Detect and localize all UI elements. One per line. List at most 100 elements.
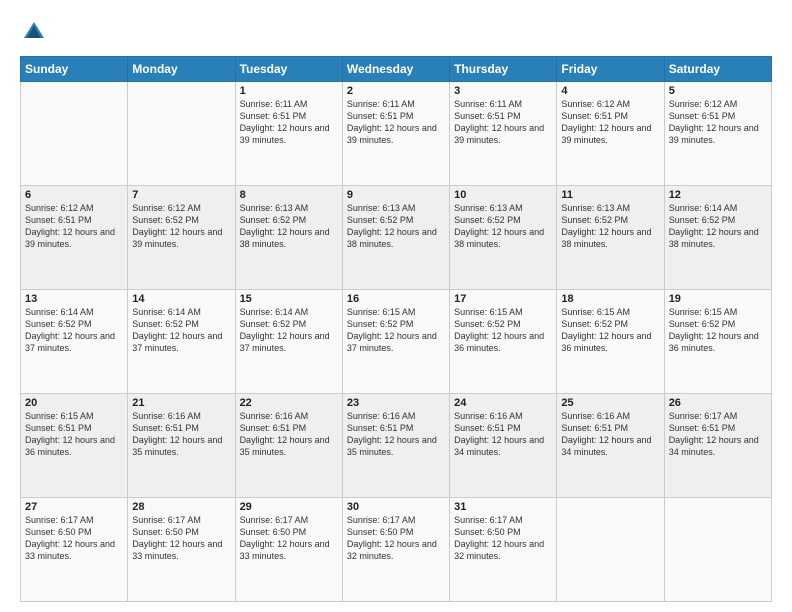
calendar-table: SundayMondayTuesdayWednesdayThursdayFrid…	[20, 56, 772, 602]
day-cell: 23Sunrise: 6:16 AM Sunset: 6:51 PM Dayli…	[342, 394, 449, 498]
day-info: Sunrise: 6:13 AM Sunset: 6:52 PM Dayligh…	[240, 202, 338, 251]
day-cell	[21, 82, 128, 186]
day-cell: 11Sunrise: 6:13 AM Sunset: 6:52 PM Dayli…	[557, 186, 664, 290]
day-cell: 9Sunrise: 6:13 AM Sunset: 6:52 PM Daylig…	[342, 186, 449, 290]
week-row-3: 13Sunrise: 6:14 AM Sunset: 6:52 PM Dayli…	[21, 290, 772, 394]
day-cell: 1Sunrise: 6:11 AM Sunset: 6:51 PM Daylig…	[235, 82, 342, 186]
day-info: Sunrise: 6:12 AM Sunset: 6:51 PM Dayligh…	[25, 202, 123, 251]
day-cell: 31Sunrise: 6:17 AM Sunset: 6:50 PM Dayli…	[450, 498, 557, 602]
day-number: 11	[561, 189, 659, 201]
day-number: 8	[240, 189, 338, 201]
day-number: 7	[132, 189, 230, 201]
day-cell	[557, 498, 664, 602]
header	[20, 18, 772, 46]
day-info: Sunrise: 6:15 AM Sunset: 6:51 PM Dayligh…	[25, 410, 123, 459]
day-number: 6	[25, 189, 123, 201]
header-cell-wednesday: Wednesday	[342, 57, 449, 82]
header-cell-saturday: Saturday	[664, 57, 771, 82]
header-cell-friday: Friday	[557, 57, 664, 82]
day-cell: 21Sunrise: 6:16 AM Sunset: 6:51 PM Dayli…	[128, 394, 235, 498]
day-number: 27	[25, 501, 123, 513]
day-info: Sunrise: 6:17 AM Sunset: 6:50 PM Dayligh…	[132, 514, 230, 563]
week-row-4: 20Sunrise: 6:15 AM Sunset: 6:51 PM Dayli…	[21, 394, 772, 498]
day-number: 12	[669, 189, 767, 201]
day-number: 10	[454, 189, 552, 201]
day-number: 13	[25, 293, 123, 305]
day-info: Sunrise: 6:12 AM Sunset: 6:52 PM Dayligh…	[132, 202, 230, 251]
day-cell: 3Sunrise: 6:11 AM Sunset: 6:51 PM Daylig…	[450, 82, 557, 186]
day-info: Sunrise: 6:15 AM Sunset: 6:52 PM Dayligh…	[561, 306, 659, 355]
day-cell: 8Sunrise: 6:13 AM Sunset: 6:52 PM Daylig…	[235, 186, 342, 290]
day-number: 1	[240, 85, 338, 97]
day-info: Sunrise: 6:17 AM Sunset: 6:50 PM Dayligh…	[347, 514, 445, 563]
day-info: Sunrise: 6:17 AM Sunset: 6:50 PM Dayligh…	[454, 514, 552, 563]
day-cell: 25Sunrise: 6:16 AM Sunset: 6:51 PM Dayli…	[557, 394, 664, 498]
day-cell: 10Sunrise: 6:13 AM Sunset: 6:52 PM Dayli…	[450, 186, 557, 290]
day-number: 5	[669, 85, 767, 97]
day-cell: 30Sunrise: 6:17 AM Sunset: 6:50 PM Dayli…	[342, 498, 449, 602]
header-cell-thursday: Thursday	[450, 57, 557, 82]
day-info: Sunrise: 6:14 AM Sunset: 6:52 PM Dayligh…	[240, 306, 338, 355]
day-cell: 19Sunrise: 6:15 AM Sunset: 6:52 PM Dayli…	[664, 290, 771, 394]
day-number: 2	[347, 85, 445, 97]
page: SundayMondayTuesdayWednesdayThursdayFrid…	[0, 0, 792, 612]
day-cell: 16Sunrise: 6:15 AM Sunset: 6:52 PM Dayli…	[342, 290, 449, 394]
logo-icon	[20, 18, 48, 46]
day-info: Sunrise: 6:11 AM Sunset: 6:51 PM Dayligh…	[454, 98, 552, 147]
day-number: 19	[669, 293, 767, 305]
day-info: Sunrise: 6:17 AM Sunset: 6:50 PM Dayligh…	[25, 514, 123, 563]
day-info: Sunrise: 6:15 AM Sunset: 6:52 PM Dayligh…	[454, 306, 552, 355]
day-cell	[664, 498, 771, 602]
day-cell: 29Sunrise: 6:17 AM Sunset: 6:50 PM Dayli…	[235, 498, 342, 602]
day-cell: 5Sunrise: 6:12 AM Sunset: 6:51 PM Daylig…	[664, 82, 771, 186]
day-info: Sunrise: 6:15 AM Sunset: 6:52 PM Dayligh…	[347, 306, 445, 355]
day-number: 4	[561, 85, 659, 97]
day-number: 22	[240, 397, 338, 409]
day-number: 31	[454, 501, 552, 513]
day-info: Sunrise: 6:14 AM Sunset: 6:52 PM Dayligh…	[25, 306, 123, 355]
week-row-1: 1Sunrise: 6:11 AM Sunset: 6:51 PM Daylig…	[21, 82, 772, 186]
day-cell: 20Sunrise: 6:15 AM Sunset: 6:51 PM Dayli…	[21, 394, 128, 498]
day-cell: 28Sunrise: 6:17 AM Sunset: 6:50 PM Dayli…	[128, 498, 235, 602]
day-info: Sunrise: 6:17 AM Sunset: 6:51 PM Dayligh…	[669, 410, 767, 459]
day-cell: 7Sunrise: 6:12 AM Sunset: 6:52 PM Daylig…	[128, 186, 235, 290]
day-number: 26	[669, 397, 767, 409]
day-info: Sunrise: 6:16 AM Sunset: 6:51 PM Dayligh…	[454, 410, 552, 459]
day-cell: 17Sunrise: 6:15 AM Sunset: 6:52 PM Dayli…	[450, 290, 557, 394]
day-cell	[128, 82, 235, 186]
day-cell: 18Sunrise: 6:15 AM Sunset: 6:52 PM Dayli…	[557, 290, 664, 394]
day-cell: 24Sunrise: 6:16 AM Sunset: 6:51 PM Dayli…	[450, 394, 557, 498]
day-number: 14	[132, 293, 230, 305]
day-number: 18	[561, 293, 659, 305]
week-row-5: 27Sunrise: 6:17 AM Sunset: 6:50 PM Dayli…	[21, 498, 772, 602]
day-cell: 14Sunrise: 6:14 AM Sunset: 6:52 PM Dayli…	[128, 290, 235, 394]
day-number: 24	[454, 397, 552, 409]
day-cell: 13Sunrise: 6:14 AM Sunset: 6:52 PM Dayli…	[21, 290, 128, 394]
day-info: Sunrise: 6:13 AM Sunset: 6:52 PM Dayligh…	[454, 202, 552, 251]
day-cell: 15Sunrise: 6:14 AM Sunset: 6:52 PM Dayli…	[235, 290, 342, 394]
day-info: Sunrise: 6:16 AM Sunset: 6:51 PM Dayligh…	[240, 410, 338, 459]
day-number: 17	[454, 293, 552, 305]
header-row: SundayMondayTuesdayWednesdayThursdayFrid…	[21, 57, 772, 82]
day-number: 23	[347, 397, 445, 409]
header-cell-tuesday: Tuesday	[235, 57, 342, 82]
day-info: Sunrise: 6:16 AM Sunset: 6:51 PM Dayligh…	[561, 410, 659, 459]
day-info: Sunrise: 6:11 AM Sunset: 6:51 PM Dayligh…	[347, 98, 445, 147]
day-info: Sunrise: 6:16 AM Sunset: 6:51 PM Dayligh…	[347, 410, 445, 459]
day-info: Sunrise: 6:16 AM Sunset: 6:51 PM Dayligh…	[132, 410, 230, 459]
day-cell: 2Sunrise: 6:11 AM Sunset: 6:51 PM Daylig…	[342, 82, 449, 186]
day-number: 30	[347, 501, 445, 513]
day-info: Sunrise: 6:11 AM Sunset: 6:51 PM Dayligh…	[240, 98, 338, 147]
logo	[20, 18, 52, 46]
day-number: 16	[347, 293, 445, 305]
day-info: Sunrise: 6:13 AM Sunset: 6:52 PM Dayligh…	[561, 202, 659, 251]
day-info: Sunrise: 6:15 AM Sunset: 6:52 PM Dayligh…	[669, 306, 767, 355]
day-cell: 27Sunrise: 6:17 AM Sunset: 6:50 PM Dayli…	[21, 498, 128, 602]
day-info: Sunrise: 6:13 AM Sunset: 6:52 PM Dayligh…	[347, 202, 445, 251]
day-number: 28	[132, 501, 230, 513]
day-info: Sunrise: 6:14 AM Sunset: 6:52 PM Dayligh…	[132, 306, 230, 355]
calendar-body: 1Sunrise: 6:11 AM Sunset: 6:51 PM Daylig…	[21, 82, 772, 602]
day-cell: 4Sunrise: 6:12 AM Sunset: 6:51 PM Daylig…	[557, 82, 664, 186]
day-cell: 22Sunrise: 6:16 AM Sunset: 6:51 PM Dayli…	[235, 394, 342, 498]
day-info: Sunrise: 6:12 AM Sunset: 6:51 PM Dayligh…	[561, 98, 659, 147]
